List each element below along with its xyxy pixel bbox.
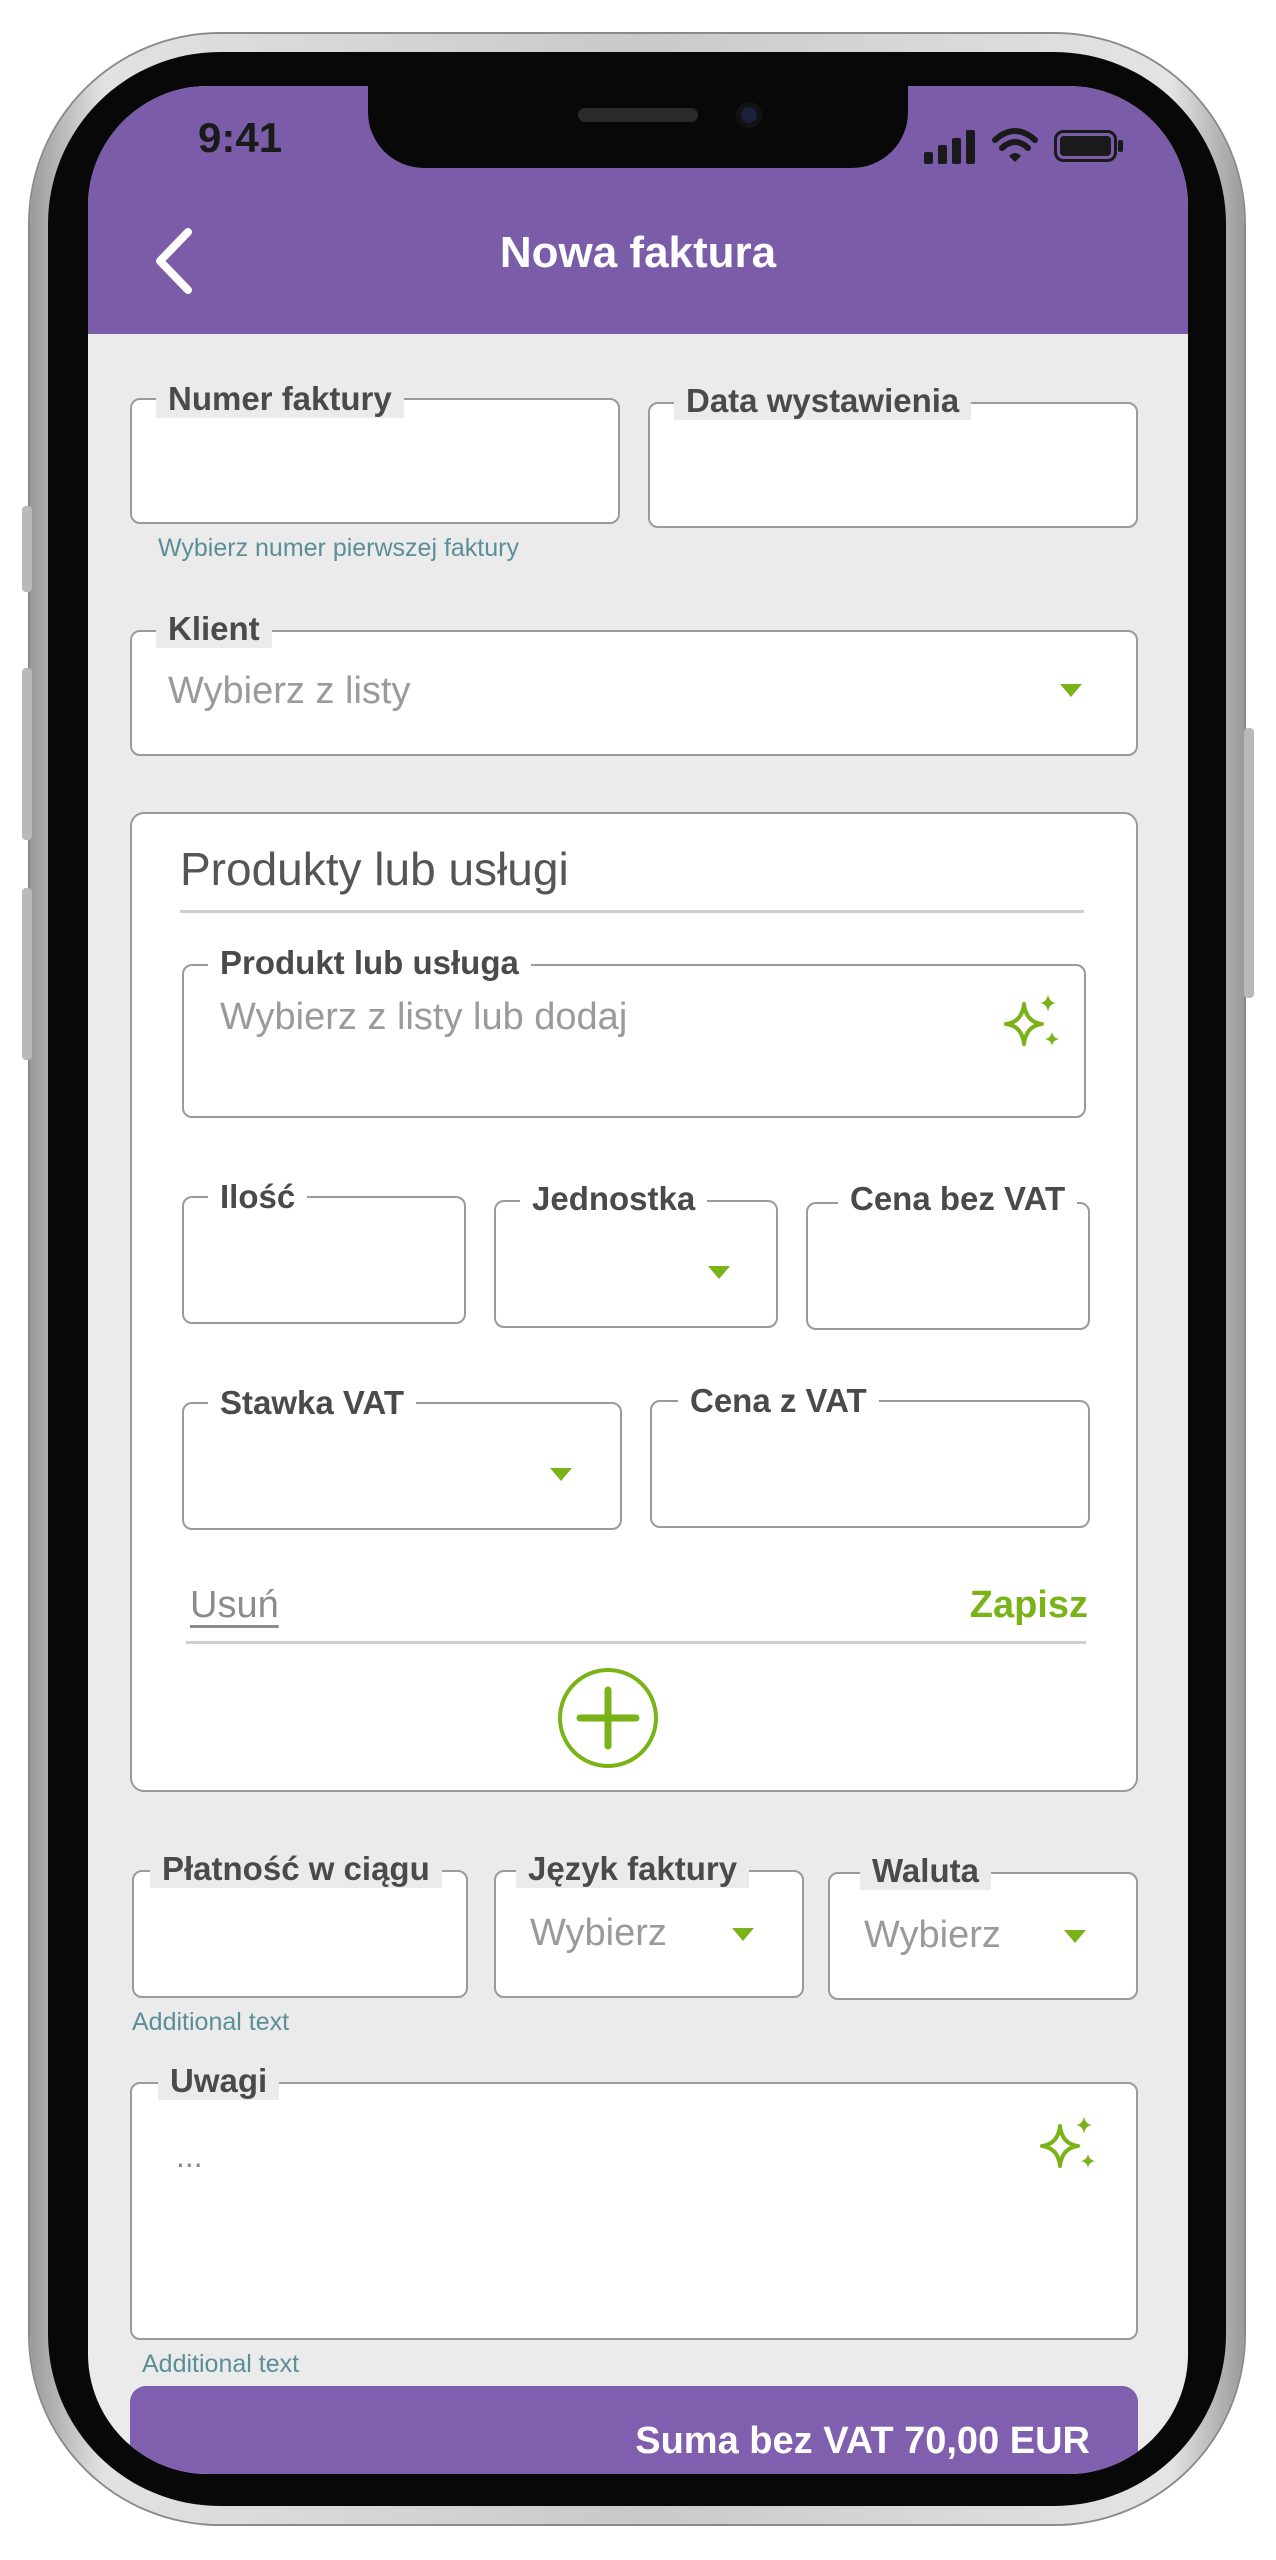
battery-icon <box>1054 130 1123 162</box>
unit-dropdown-caret-icon[interactable] <box>708 1266 730 1279</box>
invoice-language-dropdown-caret-icon[interactable] <box>732 1928 754 1941</box>
notes-label: Uwagi <box>158 2062 280 2100</box>
front-camera <box>736 102 762 128</box>
product-field[interactable] <box>182 964 1086 1118</box>
quantity-label: Ilość <box>208 1178 308 1216</box>
issue-date-field[interactable] <box>648 402 1138 528</box>
ai-sparkle-icon[interactable] <box>1002 994 1064 1054</box>
invoice-number-helper: Wybierz numer pierwszej faktury <box>158 534 519 562</box>
unit-label: Jednostka <box>520 1180 708 1218</box>
actions-divider <box>186 1641 1086 1644</box>
gross-price-label: Cena z VAT <box>678 1382 879 1420</box>
client-placeholder: Wybierz z listy <box>168 670 411 712</box>
section-divider <box>180 910 1084 913</box>
issue-date-label: Data wystawienia <box>674 382 972 420</box>
volume-down-button <box>22 888 32 1060</box>
silent-switch <box>22 506 32 592</box>
notes-ai-sparkle-icon[interactable] <box>1038 2116 1100 2176</box>
invoice-number-label: Numer faktury <box>156 380 404 418</box>
save-button[interactable]: Zapisz <box>968 1584 1088 1627</box>
product-placeholder: Wybierz z listy lub dodaj <box>220 996 628 1038</box>
currency-label: Waluta <box>860 1852 991 1890</box>
currency-placeholder: Wybierz <box>864 1914 1001 1956</box>
notch <box>368 86 908 168</box>
add-product-button[interactable] <box>556 1666 660 1770</box>
net-price-label: Cena bez VAT <box>838 1180 1078 1218</box>
notes-helper: Additional text <box>142 2350 300 2378</box>
client-dropdown-caret-icon[interactable] <box>1060 684 1082 697</box>
vat-rate-label: Stawka VAT <box>208 1384 416 1422</box>
wifi-icon <box>992 128 1038 162</box>
signal-icon <box>924 130 975 164</box>
client-label: Klient <box>156 610 272 648</box>
payment-term-label: Płatność w ciągu <box>150 1850 442 1888</box>
status-time: 9:41 <box>198 114 283 161</box>
invoice-language-label: Język faktury <box>516 1850 750 1888</box>
notes-field[interactable] <box>130 2082 1138 2340</box>
products-section-title: Produkty lub usługi <box>180 843 569 895</box>
screen: 9:41 Nowa faktura Numer faktury Wybierz … <box>88 86 1188 2474</box>
notes-placeholder: ... <box>176 2138 203 2174</box>
invoice-language-placeholder: Wybierz <box>530 1912 667 1954</box>
volume-up-button <box>22 668 32 840</box>
net-price-field[interactable] <box>806 1202 1090 1330</box>
product-label: Produkt lub usługa <box>208 944 531 982</box>
unit-select[interactable] <box>494 1200 778 1328</box>
payment-term-helper: Additional text <box>132 2008 290 2036</box>
page-title: Nowa faktura <box>499 228 777 277</box>
speaker <box>578 108 698 122</box>
currency-dropdown-caret-icon[interactable] <box>1064 1930 1086 1943</box>
payment-term-field[interactable] <box>132 1870 468 1998</box>
power-button <box>1244 728 1254 998</box>
vat-rate-dropdown-caret-icon[interactable] <box>550 1468 572 1481</box>
summary-total: Suma bez VAT 70,00 EUR <box>635 2420 1090 2462</box>
delete-button[interactable]: Usuń <box>190 1584 279 1627</box>
